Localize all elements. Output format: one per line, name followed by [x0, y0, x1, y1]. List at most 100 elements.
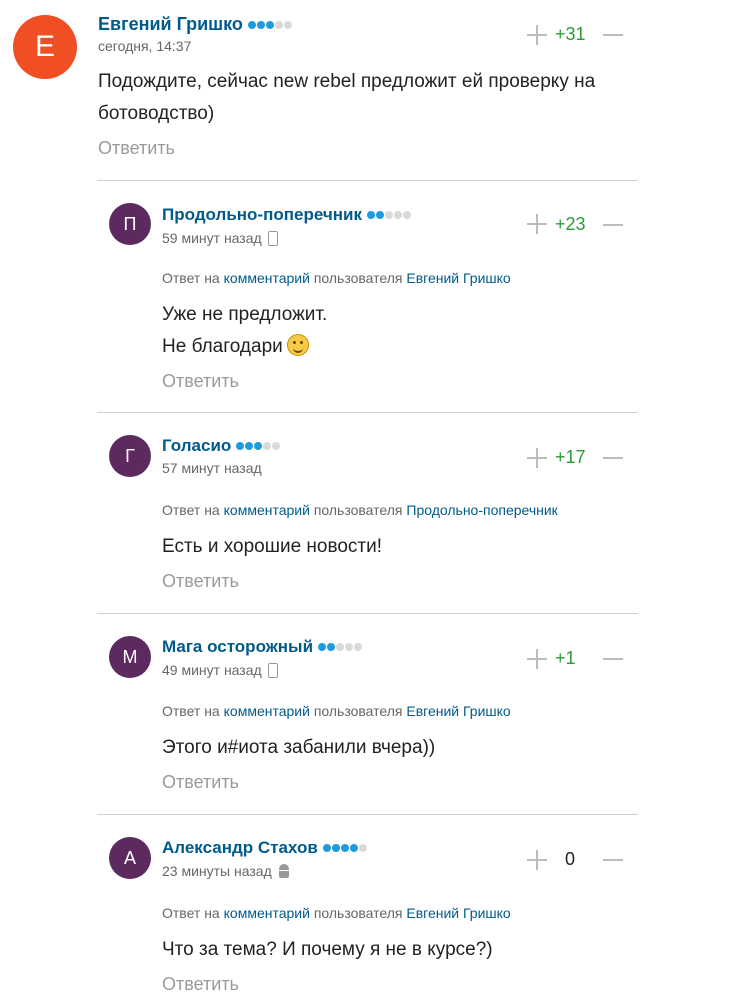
reply-comment: А Александр Стахов 23 минуты назад 0 Отв… — [97, 814, 638, 998]
reply-comment: Г Голасио 57 минут назад +17 Ответ на ко… — [97, 412, 638, 613]
rating-dot — [322, 844, 331, 852]
comment-text: Есть и хорошие новости! — [162, 531, 622, 563]
comment-text-span: Не благодари — [162, 336, 283, 357]
author-name[interactable]: Продольно-поперечник — [162, 205, 362, 225]
upvote-icon[interactable] — [527, 448, 547, 468]
reply-to-comment-link[interactable]: комментарий — [224, 502, 310, 518]
comment-text: Подождите, сейчас new rebel предложит ей… — [98, 66, 638, 130]
rating-dot — [318, 643, 327, 651]
rating-dot — [375, 211, 384, 219]
comment-text-line: Есть и хорошие новости! — [162, 536, 383, 557]
rating-dot — [256, 20, 265, 29]
comment-text: Этого и#иота забанили вчера)) — [162, 732, 622, 764]
rating-dot — [345, 643, 354, 651]
android-icon — [278, 864, 290, 878]
reply-to-mid: пользователя — [313, 502, 403, 518]
downvote-icon[interactable] — [603, 457, 623, 459]
vote-score: +17 — [555, 447, 586, 467]
upvote-icon[interactable] — [527, 649, 547, 669]
author-row: Евгений Гришко — [98, 14, 292, 35]
reply-to-prefix: Ответ на — [162, 703, 220, 719]
user-rating-dots — [366, 211, 411, 219]
reply-to-line: Ответ на комментарий пользователя Продол… — [162, 502, 558, 518]
reply-to-user-link[interactable]: Евгений Гришко — [406, 703, 510, 719]
reply-to-prefix: Ответ на — [162, 502, 220, 518]
rating-dot — [263, 442, 272, 450]
upvote-icon[interactable] — [527, 25, 547, 45]
rating-dot — [349, 844, 358, 852]
reply-to-comment-link[interactable]: комментарий — [224, 703, 310, 719]
user-rating-dots — [322, 844, 367, 852]
rating-dot — [274, 20, 283, 29]
avatar[interactable]: Е — [13, 15, 77, 79]
reply-comment: П Продольно-поперечник 59 минут назад +2… — [97, 180, 638, 412]
rating-dot — [336, 643, 345, 651]
rating-dot — [272, 442, 281, 450]
upvote-icon[interactable] — [527, 850, 547, 870]
comment-text-line: Подождите, сейчас new rebel предложит ей… — [98, 71, 596, 92]
reply-comment: М Мага осторожный 49 минут назад +1 Отве… — [97, 613, 638, 814]
rating-dot — [245, 442, 254, 450]
reply-to-user-link[interactable]: Продольно-поперечник — [406, 502, 557, 518]
rating-dot — [366, 211, 375, 219]
wink-emoji-icon — [286, 334, 309, 356]
reply-to-line: Ответ на комментарий пользователя Евгени… — [162, 905, 511, 921]
comment-timestamp: 57 минут назад — [162, 460, 262, 476]
reply-button[interactable]: Ответить — [162, 371, 239, 392]
reply-to-prefix: Ответ на — [162, 270, 220, 286]
timestamp-text: 23 минуты назад — [162, 863, 272, 879]
rating-dot — [331, 844, 340, 852]
reply-to-comment-link[interactable]: комментарий — [224, 905, 310, 921]
reply-to-mid: пользователя — [313, 905, 403, 921]
author-name[interactable]: Александр Стахов — [162, 838, 318, 858]
reply-to-line: Ответ на комментарий пользователя Евгени… — [162, 703, 511, 719]
comment-text-line: ботоводство) — [98, 103, 215, 124]
comment-timestamp: сегодня, 14:37 — [98, 38, 191, 54]
rating-dot — [393, 211, 402, 219]
avatar[interactable]: Г — [109, 435, 151, 477]
downvote-icon[interactable] — [603, 658, 623, 660]
upvote-icon[interactable] — [527, 214, 547, 234]
rating-dot — [247, 20, 256, 29]
author-name[interactable]: Голасио — [162, 436, 231, 456]
timestamp-text: 49 минут назад — [162, 662, 262, 678]
vote-score: +31 — [555, 24, 586, 44]
reply-to-user-link[interactable]: Евгений Гришко — [406, 905, 510, 921]
reply-button[interactable]: Ответить — [162, 772, 239, 793]
author-row: Голасио — [162, 436, 281, 456]
comment-thread: Е Евгений Гришко сегодня, 14:37 +31 Подо… — [0, 0, 730, 998]
comment-text: Уже не предложит. Не благодари — [162, 299, 622, 363]
timestamp-text: 57 минут назад — [162, 460, 262, 476]
author-row: Александр Стахов — [162, 838, 367, 858]
timestamp-text: сегодня, 14:37 — [98, 38, 192, 54]
vote-score: 0 — [565, 849, 576, 869]
phone-icon — [267, 662, 278, 678]
rating-dot — [384, 211, 393, 219]
reply-to-user-link[interactable]: Евгений Гришко — [406, 270, 510, 286]
vote-score: +1 — [555, 648, 576, 668]
comment-timestamp: 59 минут назад — [162, 230, 278, 246]
reply-to-comment-link[interactable]: комментарий — [224, 270, 310, 286]
rating-dot — [358, 844, 367, 852]
avatar[interactable]: П — [109, 203, 151, 245]
author-name[interactable]: Мага осторожный — [162, 637, 313, 657]
rating-dot — [402, 211, 411, 219]
reply-button[interactable]: Ответить — [162, 571, 239, 592]
author-row: Мага осторожный — [162, 637, 363, 657]
downvote-icon[interactable] — [603, 224, 623, 226]
author-row: Продольно-поперечник — [162, 205, 411, 225]
reply-to-mid: пользователя — [313, 270, 403, 286]
downvote-icon[interactable] — [603, 34, 623, 36]
timestamp-text: 59 минут назад — [162, 230, 262, 246]
avatar[interactable]: А — [109, 837, 151, 879]
rating-dot — [340, 844, 349, 852]
avatar[interactable]: М — [109, 636, 151, 678]
vote-score: +23 — [555, 214, 586, 234]
reply-button[interactable]: Ответить — [98, 138, 175, 159]
user-rating-dots — [236, 442, 281, 450]
rating-dot — [327, 643, 336, 651]
reply-button[interactable]: Ответить — [162, 974, 239, 995]
comment-top: Е Евгений Гришко сегодня, 14:37 +31 Подо… — [0, 0, 730, 180]
downvote-icon[interactable] — [603, 859, 623, 861]
author-name[interactable]: Евгений Гришко — [98, 14, 243, 35]
